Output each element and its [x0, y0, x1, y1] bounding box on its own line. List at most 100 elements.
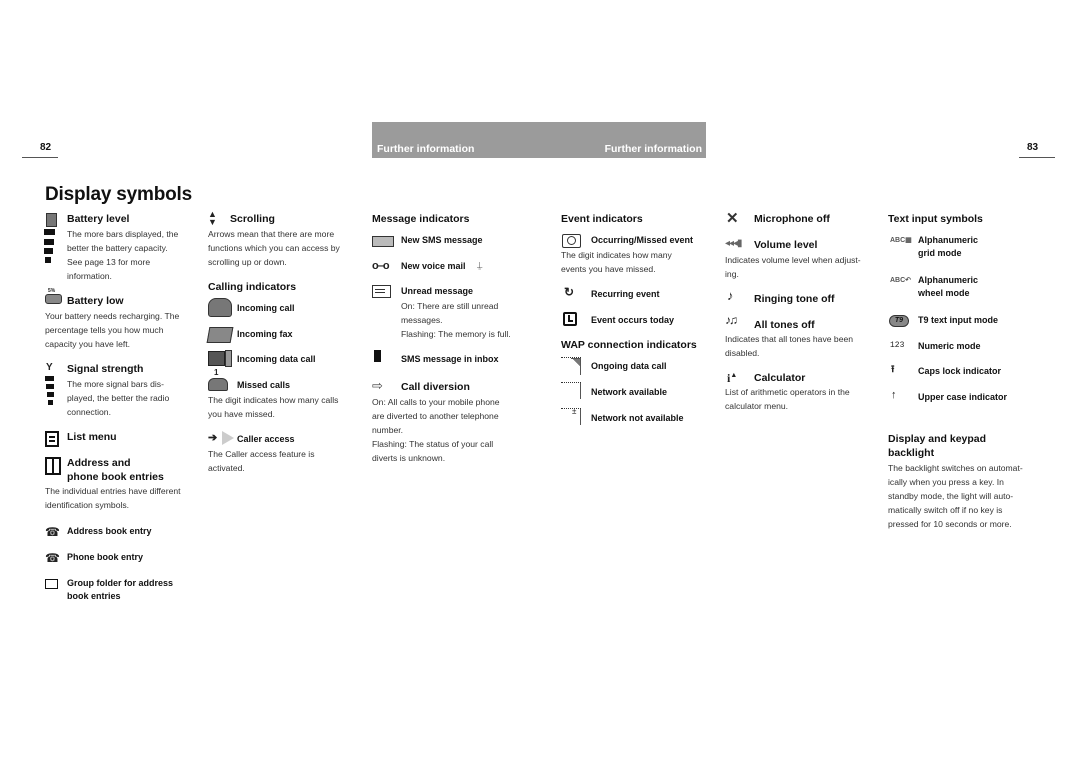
caller-access-arrow-icon: [222, 431, 234, 445]
text-line: See page 13 for more: [67, 257, 151, 267]
phone-book-entry-icon: ☎: [45, 551, 60, 565]
backlight-text: The backlight switches on automat- icall…: [888, 461, 1048, 531]
text-line: Group folder for address: [67, 578, 174, 588]
signal-bar-icon: [45, 376, 54, 381]
text-line: Indicates volume level when adjust-: [725, 255, 861, 265]
sms-inbox-icon: [374, 350, 381, 362]
signal-bar-icon: [48, 400, 53, 405]
column-3: Message indicators New SMS message o‒o N…: [372, 212, 542, 482]
column-5: ✕ Microphone off ◂◂◂▮ Volume level Indic…: [725, 210, 875, 422]
network-available-label: Network available: [591, 387, 668, 397]
text-line: Flashing: The memory is full.: [401, 329, 511, 339]
microphone-off-icon: ✕: [726, 210, 739, 227]
volume-level-text: Indicates volume level when adjust- ing.: [725, 253, 880, 281]
battery-low-heading: Battery low: [67, 295, 124, 307]
list-menu-icon: [45, 431, 59, 447]
unread-message-label: Unread message: [401, 286, 474, 296]
text-line: are diverted to another telephone: [372, 411, 499, 421]
missed-calls-icon: [208, 378, 228, 391]
all-tones-off-icon: ♪♫: [725, 313, 738, 327]
text-line: Flashing: The status of your call: [372, 439, 494, 449]
text-line: Your battery needs recharging. The: [45, 311, 180, 321]
text-line: played, the better the radio: [67, 393, 170, 403]
all-tones-off-heading: All tones off: [754, 319, 815, 331]
computer-tower-icon: [225, 350, 232, 367]
signal-bar-icon: [47, 392, 54, 397]
battery-low-text: Your battery needs recharging. The perce…: [45, 309, 205, 351]
network-available-icon: [561, 382, 581, 399]
group-folder-label: Group folder for address book entries: [67, 577, 207, 603]
text-line: The more bars displayed, the: [67, 229, 179, 239]
text-line: connection.: [67, 407, 111, 417]
caller-access-icon: ➔: [208, 432, 218, 444]
ongoing-data-call-label: Ongoing data call: [591, 361, 667, 371]
new-voice-mail-label: New voice mail: [401, 261, 466, 271]
list-menu-heading: List menu: [67, 431, 117, 443]
volume-level-heading: Volume level: [754, 239, 818, 251]
incoming-call-label: Incoming call: [237, 303, 295, 313]
text-line: events you have missed.: [561, 264, 656, 274]
occurring-event-label: Occurring/Missed event: [591, 235, 694, 245]
phone-book-entry-label: Phone book entry: [67, 552, 144, 562]
text-line: functions which you can access by: [208, 243, 340, 253]
event-today-icon: [563, 312, 577, 326]
incoming-call-icon: [208, 298, 232, 317]
section-header-band: Further information Further information: [372, 122, 706, 158]
phone-book-icon: [45, 457, 61, 475]
address-text: The individual entries have different id…: [45, 484, 210, 512]
microphone-off-heading: Microphone off: [754, 213, 830, 225]
text-line: capacity you have left.: [45, 339, 131, 349]
network-not-available-label: Network not available: [591, 413, 684, 423]
recurring-event-icon: ↻: [564, 285, 575, 299]
upper-case-label: Upper case indicator: [918, 392, 1008, 402]
address-book-entry-icon: ☎: [45, 525, 60, 539]
column-2: ▲ ▼ Scrolling Arrows mean that there are …: [206, 210, 368, 512]
text-line: The digit indicates how many: [561, 250, 672, 260]
text-line: The backlight switches on automat-: [888, 463, 1023, 473]
text-line: Indicates that all tones have been: [725, 334, 854, 344]
calculator-text: List of arithmetic operators in the calc…: [725, 385, 880, 413]
calculator-heading: Calculator: [754, 372, 806, 384]
text-line: you have missed.: [208, 409, 275, 419]
scrolling-text: Arrows mean that there are more function…: [208, 227, 368, 269]
call-diversion-heading: Call diversion: [401, 381, 470, 393]
alarm-clock-icon: [562, 234, 581, 248]
caller-access-label: Caller access: [237, 434, 295, 444]
event-today-label: Event occurs today: [591, 315, 675, 325]
text-line: The more signal bars dis-: [67, 379, 164, 389]
text-line: Alphanumeric: [918, 275, 979, 285]
t9-mode-label: T9 text input mode: [918, 315, 999, 325]
battery-icon: [46, 213, 57, 227]
text-line: pressed for 10 seconds or more.: [888, 519, 1012, 529]
signal-strength-heading: Signal strength: [67, 363, 144, 375]
text-line: Arrows mean that there are more: [208, 229, 335, 239]
all-tones-off-text: Indicates that all tones have been disab…: [725, 332, 880, 360]
text-line: The digit indicates how many calls: [208, 395, 339, 405]
missed-calls-label: Missed calls: [237, 380, 291, 390]
sms-inbox-label: SMS message in inbox: [401, 354, 499, 364]
network-not-available-icon: ±: [561, 408, 581, 425]
battery-bar-icon: [45, 257, 51, 263]
new-sms-label: New SMS message: [401, 235, 483, 245]
page-number-right: 83: [1027, 142, 1039, 153]
text-line: The individual entries have different: [45, 486, 181, 496]
text-line: number.: [372, 425, 404, 435]
text-line: On: All calls to your mobile phone: [372, 397, 500, 407]
signal-bar-icon: [46, 384, 54, 389]
text-line: grid mode: [918, 248, 962, 258]
address-book-entry-label: Address book entry: [67, 526, 152, 536]
wap-indicators-heading: WAP connection indicators: [561, 339, 697, 351]
address-heading-line1: Address and: [67, 457, 131, 469]
text-line: information.: [67, 271, 112, 281]
text-line: Alphanumeric: [918, 235, 979, 245]
calling-indicators-heading: Calling indicators: [208, 281, 297, 293]
text-line: On: There are still unread: [401, 301, 499, 311]
voice-mail-indicator-icon: ⍊: [477, 260, 483, 270]
unread-message-icon: [372, 285, 391, 298]
call-diversion-text: On: All calls to your mobile phone are d…: [372, 395, 547, 465]
column-1: Battery level The more bars displayed, t…: [44, 212, 204, 632]
incoming-fax-label: Incoming fax: [237, 329, 293, 339]
backlight-heading-line2: backlight: [888, 447, 935, 459]
column-4: Event indicators Occurring/Missed event …: [561, 212, 721, 432]
page-title: Display symbols: [45, 184, 192, 205]
